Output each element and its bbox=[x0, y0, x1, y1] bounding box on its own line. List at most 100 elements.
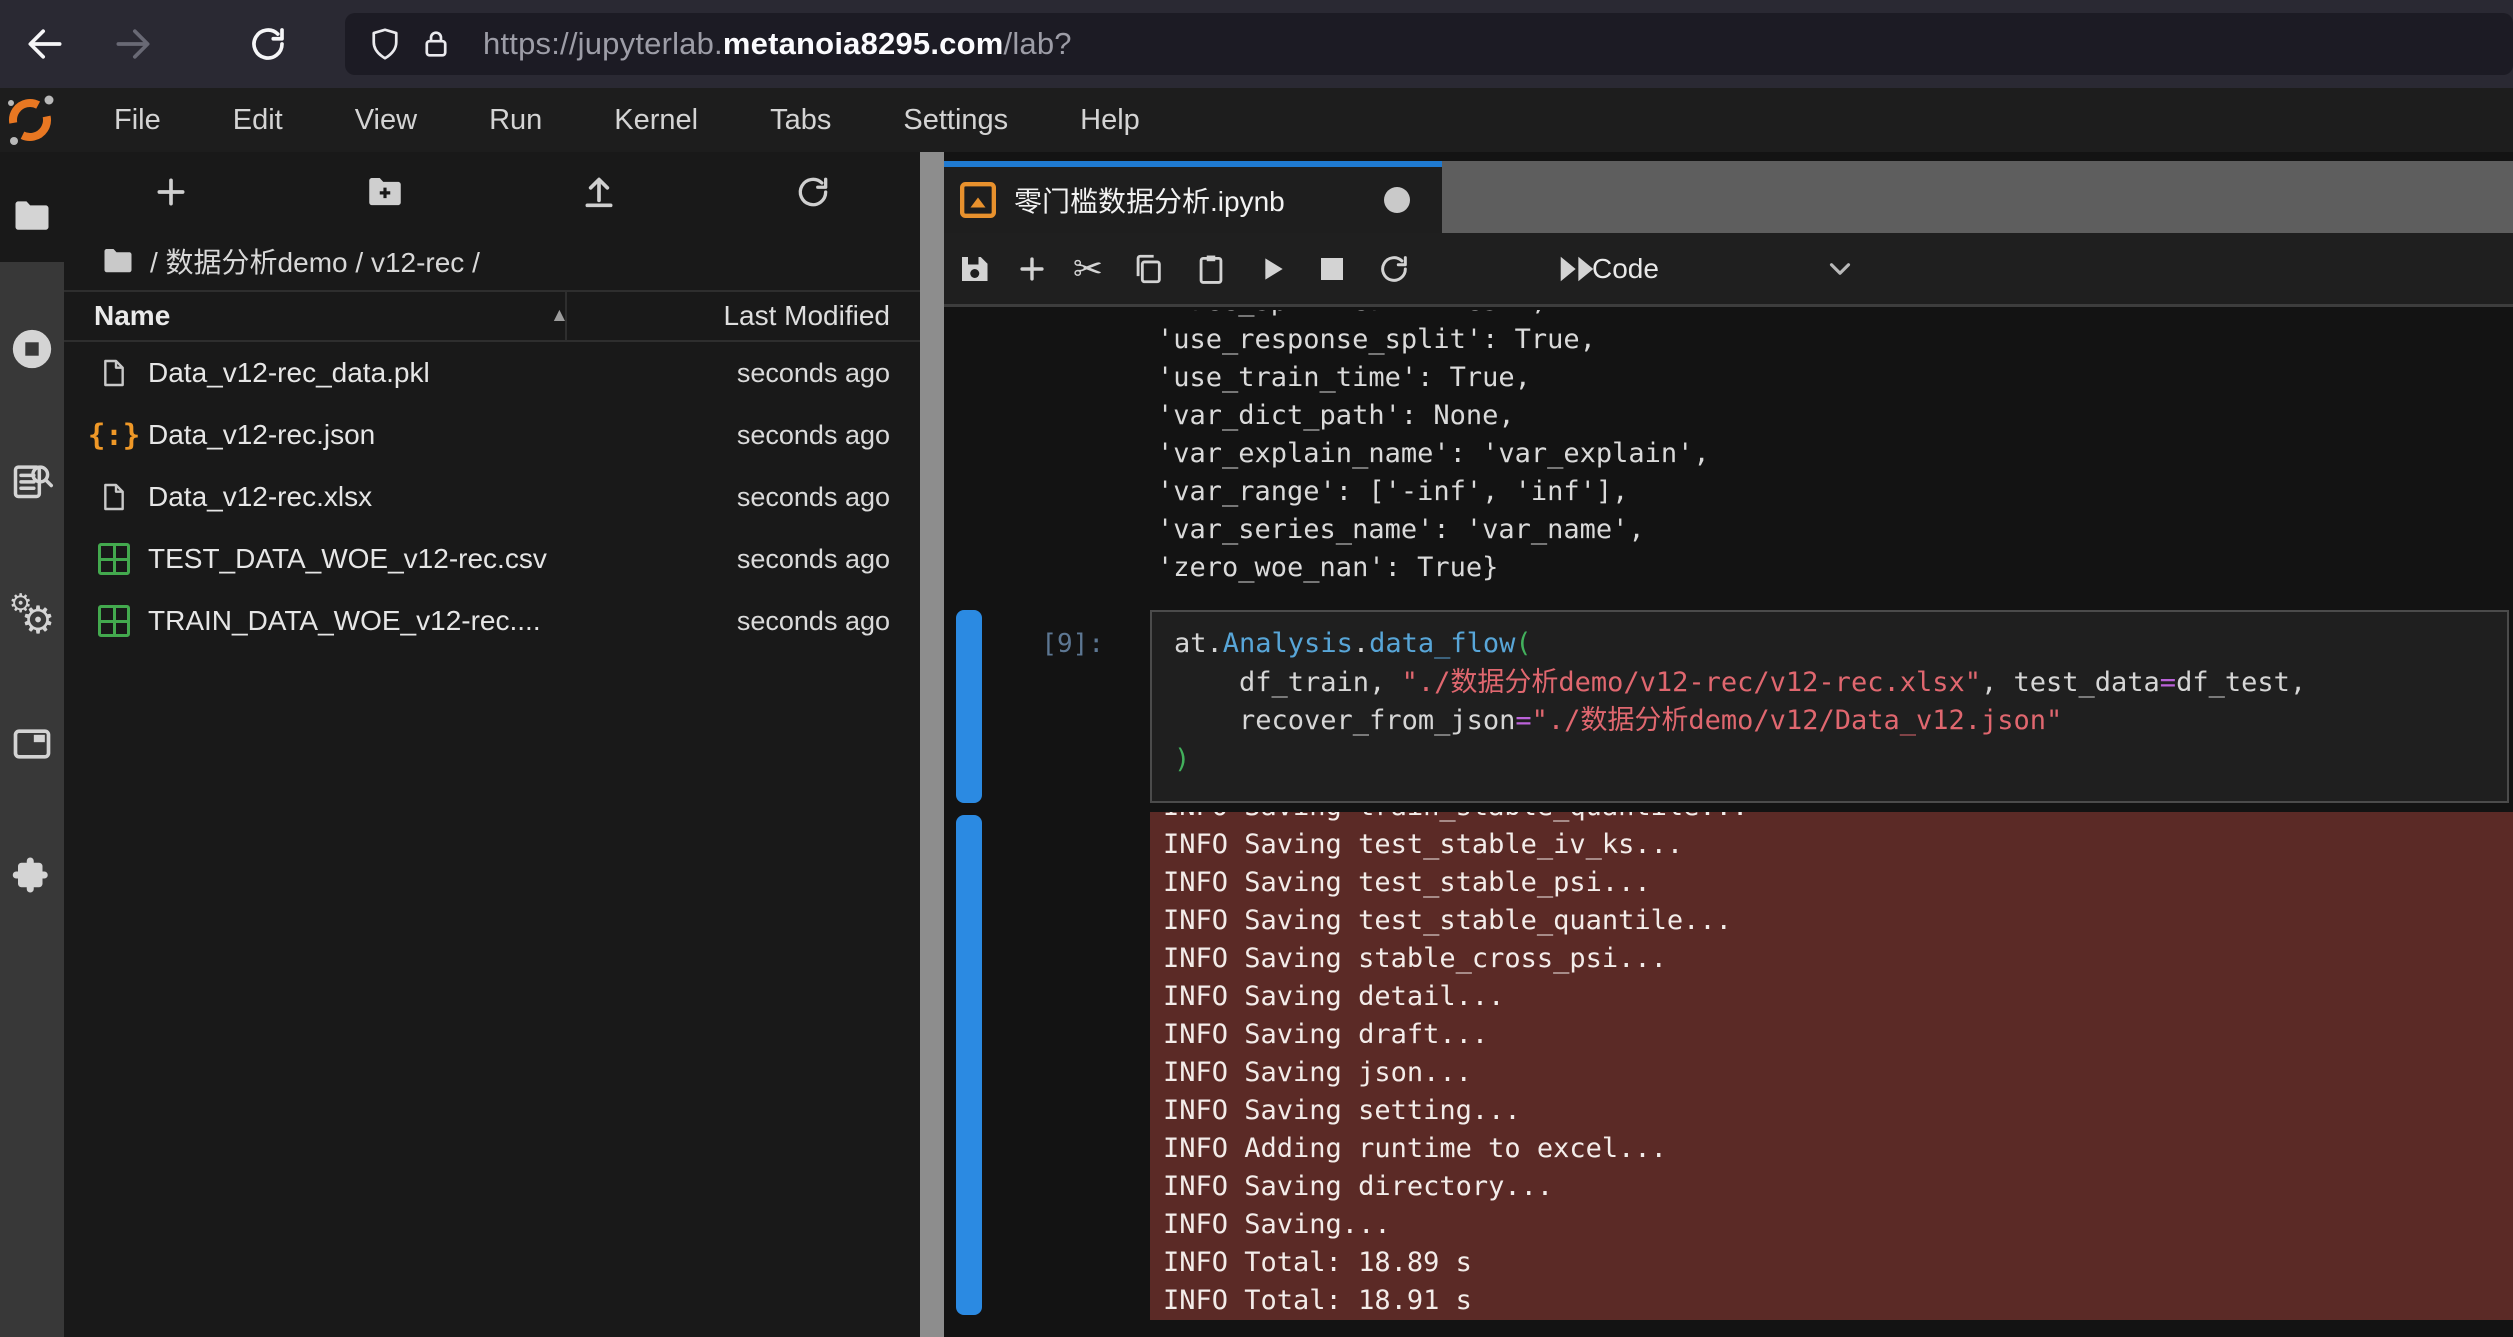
file-browser-panel: / 数据分析demo / v12-rec / Name ▲ Last Modif… bbox=[64, 152, 920, 1337]
copy-icon bbox=[1131, 252, 1165, 286]
settings-gears-icon[interactable]: ⚙ ⚙ bbox=[9, 594, 55, 640]
menu-run[interactable]: Run bbox=[453, 88, 578, 152]
extension-manager-icon[interactable] bbox=[11, 854, 53, 896]
workspace: ⚙ ⚙ / 数据分析demo / bbox=[0, 152, 2513, 1337]
file-row[interactable]: TEST_DATA_WOE_v12-rec.csv seconds ago bbox=[64, 528, 920, 590]
file-modified: seconds ago bbox=[737, 544, 920, 575]
notebook-content: 'tree_splitter': 'best', 'use_response_s… bbox=[944, 310, 2513, 1337]
column-header-modified[interactable]: Last Modified bbox=[723, 300, 890, 332]
breadcrumb-path[interactable]: / 数据分析demo / v12-rec / bbox=[150, 241, 480, 281]
activity-bar: ⚙ ⚙ bbox=[0, 152, 64, 1337]
gear-large-icon: ⚙ bbox=[21, 598, 55, 643]
file-icon bbox=[98, 356, 130, 390]
scissors-icon: ✂ bbox=[1073, 251, 1103, 287]
insert-cell-button[interactable] bbox=[1007, 244, 1057, 294]
paste-cells-button[interactable] bbox=[1186, 244, 1236, 294]
notebook-tab[interactable]: 零门槛数据分析.ipynb bbox=[944, 161, 1442, 233]
file-browser-toolbar bbox=[64, 152, 920, 232]
cut-cells-button[interactable]: ✂ bbox=[1063, 244, 1113, 294]
menu-file[interactable]: File bbox=[78, 88, 197, 152]
file-row[interactable]: Data_v12-rec_data.pkl seconds ago bbox=[64, 342, 920, 404]
code-line: recover_from_json="./数据分析demo/v12/Data_v… bbox=[1174, 702, 2507, 741]
menu-settings[interactable]: Settings bbox=[867, 88, 1044, 152]
chevron-down-icon bbox=[1823, 252, 1857, 286]
new-folder-icon bbox=[364, 171, 406, 213]
url-text: https://jupyterlab.metanoia8295.com/lab? bbox=[483, 26, 1072, 62]
file-icon-box bbox=[92, 605, 136, 637]
menu-edit[interactable]: Edit bbox=[197, 88, 319, 152]
notebook-icon bbox=[958, 180, 998, 220]
browser-toolbar: https://jupyterlab.metanoia8295.com/lab? bbox=[0, 0, 2513, 88]
spreadsheet-file-icon bbox=[98, 605, 130, 637]
file-list-header: Name ▲ Last Modified bbox=[64, 290, 920, 342]
column-header-name[interactable]: Name bbox=[64, 300, 170, 332]
cell-type-dropdown-caret[interactable] bbox=[1815, 244, 1865, 294]
copy-cells-button[interactable] bbox=[1123, 244, 1173, 294]
menu-help[interactable]: Help bbox=[1044, 88, 1176, 152]
run-icon bbox=[1256, 253, 1288, 285]
lock-icon[interactable] bbox=[419, 27, 453, 61]
notebook-toolbar: ✂ Code bbox=[944, 233, 2513, 307]
forward-icon bbox=[111, 22, 155, 66]
file-icon-box bbox=[92, 356, 136, 390]
clipboard-icon bbox=[1194, 252, 1228, 286]
file-name[interactable]: TRAIN_DATA_WOE_v12-rec.... bbox=[148, 605, 541, 637]
cell-output-text: 'tree_splitter': 'best', 'use_response_s… bbox=[1157, 310, 1710, 587]
menu-tabs[interactable]: Tabs bbox=[734, 88, 867, 152]
upload-icon bbox=[579, 172, 619, 212]
stderr-output: INFO Saving train_stable_quantile... INF… bbox=[1150, 812, 2513, 1320]
file-modified: seconds ago bbox=[737, 358, 920, 389]
file-list: Data_v12-rec_data.pklseconds ago Data_v1… bbox=[64, 342, 920, 652]
open-tabs-icon[interactable] bbox=[10, 722, 54, 766]
file-name[interactable]: Data_v12-rec_data.pkl bbox=[148, 357, 430, 389]
shield-icon[interactable] bbox=[367, 26, 403, 62]
file-row[interactable]: Data_v12-rec.json seconds ago bbox=[64, 404, 920, 466]
cell-type-dropdown[interactable]: Code bbox=[1592, 233, 1659, 304]
home-folder-icon[interactable] bbox=[100, 243, 136, 279]
logo-icon bbox=[2, 90, 62, 150]
url-bar[interactable]: https://jupyterlab.metanoia8295.com/lab? bbox=[345, 13, 2513, 75]
file-row[interactable]: Data_v12-rec.xlsxseconds ago bbox=[64, 466, 920, 528]
jupyterlab-menubar: FileEditViewRunKernelTabsSettingsHelp bbox=[0, 88, 2513, 152]
file-icon-box bbox=[92, 480, 136, 514]
running-kernels-icon[interactable] bbox=[9, 326, 55, 372]
spreadsheet-file-icon bbox=[98, 543, 130, 575]
file-icon bbox=[98, 480, 130, 514]
plus-icon bbox=[151, 172, 191, 212]
back-button[interactable] bbox=[15, 14, 75, 74]
property-inspector-icon[interactable] bbox=[10, 458, 54, 502]
execution-prompt: [9]: bbox=[944, 625, 1104, 663]
interrupt-kernel-button[interactable] bbox=[1307, 244, 1357, 294]
file-name[interactable]: TEST_DATA_WOE_v12-rec.csv bbox=[148, 543, 547, 575]
refresh-button[interactable] bbox=[706, 152, 920, 232]
reload-button[interactable] bbox=[238, 14, 298, 74]
run-button[interactable] bbox=[1247, 244, 1297, 294]
refresh-icon bbox=[794, 173, 832, 211]
save-button[interactable] bbox=[949, 244, 999, 294]
file-icon-box bbox=[92, 543, 136, 575]
new-folder-button[interactable] bbox=[278, 152, 492, 232]
tab-bar: 零门槛数据分析.ipynb bbox=[944, 161, 2513, 233]
upload-button[interactable] bbox=[492, 152, 706, 232]
file-name[interactable]: Data_v12-rec.xlsx bbox=[148, 481, 372, 513]
reload-icon bbox=[247, 23, 289, 65]
file-modified: seconds ago bbox=[737, 420, 920, 451]
file-icon-box bbox=[92, 418, 136, 452]
file-name[interactable]: Data_v12-rec.json bbox=[148, 419, 375, 451]
unsaved-changes-dot[interactable] bbox=[1384, 187, 1410, 213]
restart-kernel-button[interactable] bbox=[1369, 244, 1419, 294]
code-cell-editor[interactable]: at.Analysis.data_flow( df_train, "./数据分析… bbox=[1150, 610, 2509, 803]
panel-splitter[interactable] bbox=[920, 152, 944, 1337]
fast-forward-icon bbox=[1558, 254, 1596, 284]
file-browser-icon[interactable] bbox=[10, 194, 54, 238]
menubar-items: FileEditViewRunKernelTabsSettingsHelp bbox=[78, 88, 1176, 152]
output-collapser[interactable] bbox=[956, 815, 982, 1315]
file-row[interactable]: TRAIN_DATA_WOE_v12-rec....seconds ago bbox=[64, 590, 920, 652]
breadcrumb[interactable]: / 数据分析demo / v12-rec / bbox=[64, 232, 920, 290]
new-launcher-button[interactable] bbox=[64, 152, 278, 232]
forward-button[interactable] bbox=[103, 14, 163, 74]
json-file-icon bbox=[88, 418, 140, 452]
stderr-text: INFO Saving train_stable_quantile... INF… bbox=[1150, 812, 2513, 1320]
menu-view[interactable]: View bbox=[319, 88, 453, 152]
menu-kernel[interactable]: Kernel bbox=[578, 88, 734, 152]
